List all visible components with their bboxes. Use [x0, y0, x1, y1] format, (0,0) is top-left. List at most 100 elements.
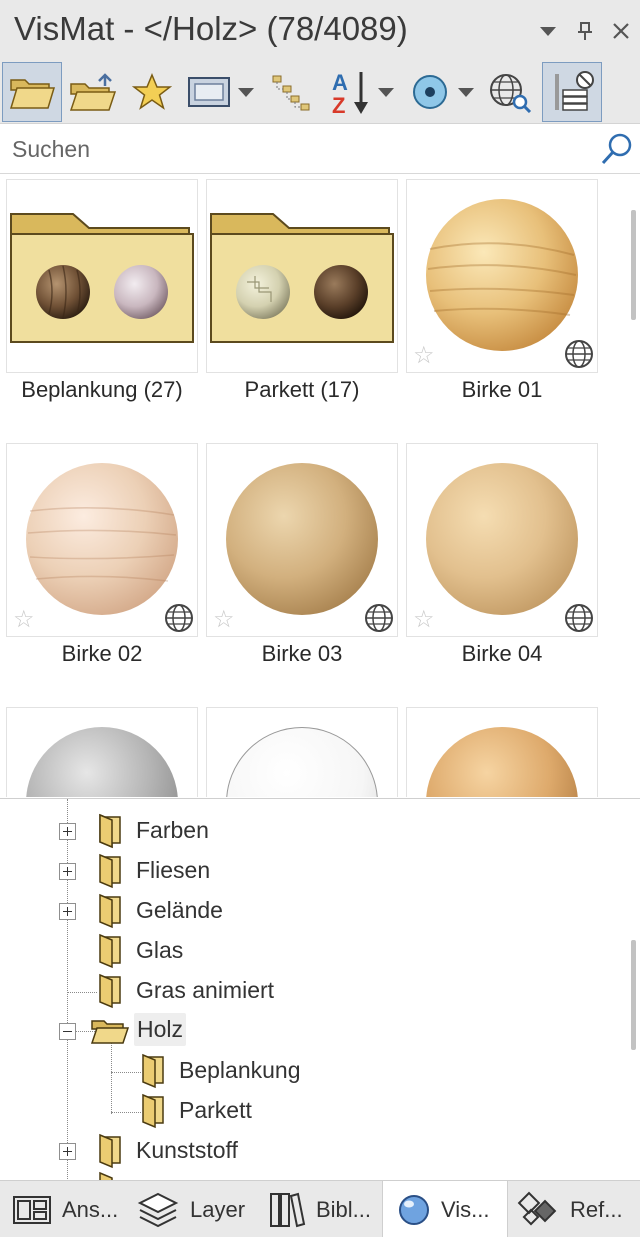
search-icon[interactable] — [600, 132, 634, 166]
close-icon[interactable] — [608, 18, 634, 44]
tab-bibliothek[interactable]: Bibl... — [268, 1181, 380, 1237]
svg-text:A: A — [332, 70, 348, 95]
tree-item-gras-animiert[interactable]: Gras animiert — [0, 971, 620, 1011]
collapse-icon[interactable] — [59, 1023, 76, 1040]
folder-up-button[interactable] — [64, 62, 122, 122]
tile-label: Birke 01 — [461, 377, 543, 402]
tree-item-glas[interactable]: Glas — [0, 931, 620, 971]
favorite-star-icon[interactable]: ☆ — [413, 344, 435, 368]
tree-item-label: Kunststoff — [136, 1137, 238, 1163]
material-preview — [226, 463, 378, 615]
online-search-button[interactable] — [484, 62, 536, 122]
folder-icon — [99, 1171, 113, 1180]
library-icon — [270, 1192, 306, 1227]
sort-az-icon: A Z — [332, 70, 368, 116]
sort-dropdown-icon[interactable] — [378, 88, 394, 97]
title-bar: VisMat - </Holz> (78/4089) — [0, 0, 640, 62]
globe-icon — [165, 604, 193, 632]
material-tile-birke-02[interactable]: ☆ — [6, 443, 198, 637]
folder-tile-parkett[interactable] — [206, 179, 398, 373]
tree-item-gelaende[interactable]: Gelände — [0, 891, 620, 931]
tab-layer[interactable]: Layer — [136, 1181, 258, 1237]
server-block-icon — [555, 71, 594, 111]
folder-tree: Farben Fliesen Gelände Glas Gras animier… — [0, 798, 640, 1180]
expand-icon[interactable] — [59, 1143, 76, 1160]
material-type-button[interactable] — [406, 62, 454, 122]
view-mode-button[interactable] — [184, 62, 234, 122]
material-type-dropdown-icon[interactable] — [458, 88, 474, 97]
open-folder-icon — [9, 79, 55, 109]
view-mode-dropdown-icon[interactable] — [238, 88, 254, 97]
material-preview — [26, 727, 178, 797]
open-folder-icon — [90, 1020, 130, 1044]
tree-item-label: Fliesen — [136, 857, 211, 883]
tree-item-label: Beplankung — [179, 1057, 301, 1083]
folder-icon — [99, 893, 121, 929]
tree-item-label: Gras animiert — [136, 977, 275, 1003]
material-grid: Beplankung (27) Parkett (17) ☆ Birke 01 — [0, 175, 640, 797]
material-tile-birke-01[interactable]: ☆ — [406, 179, 598, 373]
folder-icon — [99, 933, 121, 969]
favorite-star-icon[interactable]: ☆ — [413, 608, 435, 632]
open-folder-button[interactable] — [2, 62, 62, 122]
material-preview — [226, 727, 378, 797]
server-filter-button[interactable] — [542, 62, 602, 122]
tree-item-farben[interactable]: Farben — [0, 811, 620, 851]
material-tile[interactable] — [406, 707, 598, 797]
material-tile-birke-04[interactable]: ☆ — [406, 443, 598, 637]
tile-label: Parkett (17) — [244, 377, 360, 402]
grid-scrollbar[interactable] — [631, 210, 636, 320]
tree-item-label: Holz — [134, 1013, 187, 1046]
layers-icon — [137, 1192, 179, 1227]
tree-structure-icon — [272, 75, 310, 111]
star-icon — [132, 73, 172, 110]
tree-item-label: Gelände — [136, 897, 223, 923]
tree-scrollbar[interactable] — [631, 940, 636, 1050]
material-tile[interactable] — [6, 707, 198, 797]
reference-icon — [517, 1191, 557, 1225]
search-bar — [0, 124, 640, 174]
toolbar: A Z — [0, 62, 640, 124]
tab-vismat[interactable]: Vis... — [382, 1181, 508, 1237]
target-icon — [413, 75, 447, 109]
tile-label: Birke 03 — [261, 641, 343, 666]
globe-icon — [365, 604, 393, 632]
tree-item-label: Glas — [136, 937, 184, 963]
favorites-button[interactable] — [126, 62, 178, 122]
folder-up-icon — [69, 73, 117, 111]
material-tile[interactable] — [206, 707, 398, 797]
window-title: VisMat - </Holz> (78/4089) — [14, 10, 408, 47]
favorite-star-icon[interactable]: ☆ — [13, 608, 35, 632]
folder-icon — [99, 1133, 121, 1169]
tree-item-label: Parkett — [179, 1097, 252, 1123]
tile-label: Beplankung (27) — [21, 377, 183, 402]
globe-search-icon — [490, 74, 532, 113]
expand-icon[interactable] — [59, 823, 76, 840]
tree-item-fliesen[interactable]: Fliesen — [0, 851, 620, 891]
search-input[interactable] — [12, 132, 582, 166]
tile-label: Birke 02 — [61, 641, 143, 666]
tree-item-holz[interactable]: Holz — [0, 1011, 620, 1051]
tree-item-parkett[interactable]: Parkett — [0, 1091, 620, 1131]
tab-label: Ref... — [570, 1196, 623, 1222]
tree-item-label: Farben — [136, 817, 209, 843]
tab-ansichten[interactable]: Ans... — [12, 1181, 130, 1237]
layout-icon — [13, 1195, 51, 1224]
material-tile-birke-03[interactable]: ☆ — [206, 443, 398, 637]
svg-text:Z: Z — [332, 93, 345, 116]
tree-item-kunststoff[interactable]: Kunststoff — [0, 1131, 620, 1171]
folder-icon — [142, 1053, 164, 1089]
tab-referenz[interactable]: Ref... — [516, 1181, 636, 1237]
expand-icon[interactable] — [59, 863, 76, 880]
pin-icon[interactable] — [572, 18, 598, 44]
sphere-icon — [399, 1194, 429, 1225]
sort-button[interactable]: A Z — [326, 62, 374, 122]
expand-icon[interactable] — [59, 903, 76, 920]
tree-structure-button[interactable] — [266, 62, 316, 122]
folder-icon — [99, 813, 121, 849]
favorite-star-icon[interactable]: ☆ — [213, 608, 235, 632]
tree-item-beplankung[interactable]: Beplankung — [0, 1051, 620, 1091]
folder-icon — [99, 973, 121, 1009]
folder-tile-beplankung[interactable] — [6, 179, 198, 373]
dropdown-icon[interactable] — [535, 18, 561, 44]
